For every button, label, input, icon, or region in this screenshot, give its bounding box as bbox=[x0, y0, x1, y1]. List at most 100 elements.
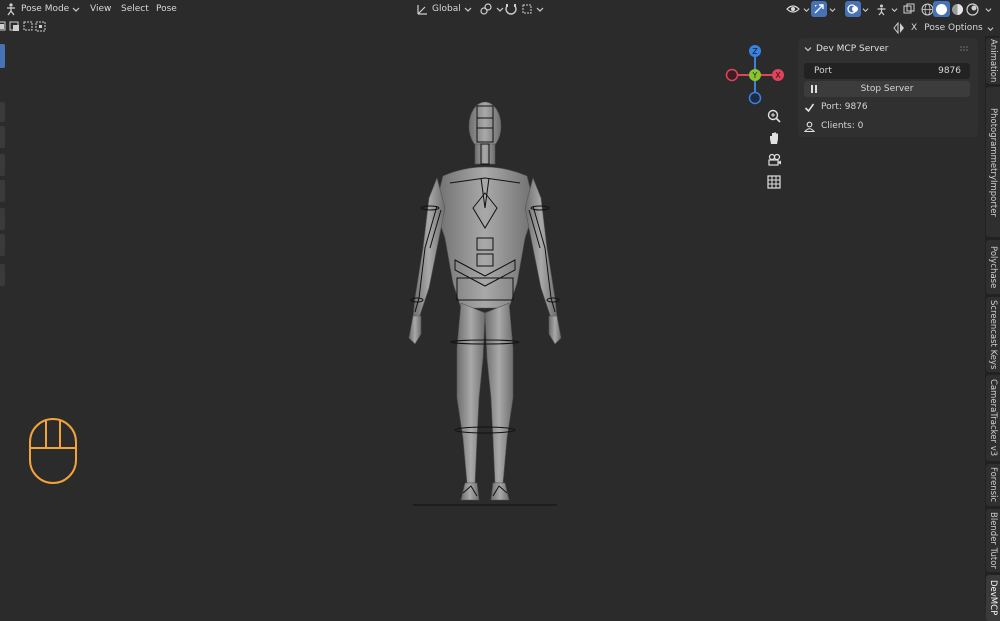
hand-pan-icon bbox=[770, 132, 778, 144]
pan-button[interactable] bbox=[763, 127, 785, 149]
tab-label: PhotogrammetryImporter bbox=[988, 107, 998, 217]
stop-server-button[interactable]: Stop Server bbox=[804, 81, 970, 97]
perspective-toggle-button[interactable] bbox=[763, 171, 785, 193]
zoom-icon bbox=[767, 109, 781, 123]
bone-overlay-icon bbox=[877, 4, 886, 15]
gizmo-toggle-icon bbox=[814, 4, 824, 14]
pivot-dropdown[interactable] bbox=[479, 0, 504, 18]
x-mirror-toggle[interactable]: X bbox=[893, 20, 917, 36]
chevron-down-icon bbox=[536, 7, 544, 12]
port-field-value: 9876 bbox=[938, 66, 961, 76]
shading-dropdown[interactable] bbox=[985, 0, 992, 18]
selection-mode-icons[interactable] bbox=[0, 20, 50, 34]
transform-orientation-icon bbox=[417, 4, 427, 15]
character-model[interactable] bbox=[385, 98, 585, 518]
transform-orientation-dropdown[interactable]: Global bbox=[416, 0, 472, 18]
chevron-down-icon bbox=[985, 7, 992, 12]
tab-cameratracker[interactable]: CameraTracker v3 bbox=[986, 375, 1000, 461]
user-icon bbox=[804, 121, 815, 132]
material-shading-icon bbox=[952, 3, 963, 15]
tab-devmcp[interactable]: DevMCP bbox=[986, 575, 1000, 621]
tab-forensic[interactable]: Forensic bbox=[986, 464, 1000, 506]
menu-select[interactable]: Select bbox=[121, 0, 149, 18]
bone-overlay-dropdown[interactable] bbox=[875, 0, 898, 18]
port-field-label: Port bbox=[814, 66, 832, 76]
solid-shading-icon bbox=[936, 3, 947, 15]
visibility-dropdown[interactable] bbox=[786, 0, 810, 18]
tab-photogrammetry-importer[interactable]: PhotogrammetryImporter bbox=[986, 87, 1000, 237]
tab-screencast-keys[interactable]: Screencast Keys bbox=[986, 297, 1000, 372]
chevron-down-icon bbox=[891, 7, 898, 12]
rendered-shading-icon bbox=[966, 2, 979, 16]
chevron-down-icon bbox=[72, 7, 80, 12]
mode-selector[interactable]: Pose Mode bbox=[4, 0, 80, 18]
pose-mode-icon bbox=[7, 3, 15, 16]
tab-animation[interactable]: Animation bbox=[986, 38, 1000, 84]
overlay-dropdown[interactable] bbox=[862, 0, 869, 18]
zoom-button[interactable] bbox=[763, 105, 785, 127]
panel-header[interactable]: Dev MCP Server bbox=[804, 42, 889, 56]
gizmo-y-label: Y bbox=[752, 71, 758, 80]
pose-options-dropdown[interactable]: Pose Options bbox=[923, 20, 995, 36]
snap-icon bbox=[505, 4, 517, 15]
status-clients-row: Clients: 0 bbox=[804, 118, 863, 134]
chevron-down-icon bbox=[987, 26, 994, 31]
gizmo-x-label: X bbox=[775, 71, 781, 80]
tab-label: Screencast Keys bbox=[988, 299, 998, 370]
rendered-shading-button[interactable] bbox=[966, 0, 979, 18]
snap-dropdown[interactable] bbox=[504, 0, 544, 18]
gizmo-dropdown[interactable] bbox=[829, 0, 836, 18]
overlay-icon bbox=[847, 4, 858, 14]
chevron-down-icon bbox=[464, 7, 472, 12]
x-mirror-label: X bbox=[911, 23, 918, 33]
camera-icon bbox=[767, 153, 781, 166]
menu-view-label: View bbox=[90, 4, 112, 14]
tab-label: Forensic bbox=[988, 467, 998, 503]
status-port-text: Port: 9876 bbox=[821, 102, 868, 112]
tab-label: Animation bbox=[988, 39, 998, 83]
xray-icon bbox=[903, 3, 915, 14]
pose-options-label: Pose Options bbox=[924, 23, 983, 33]
menu-pose[interactable]: Pose bbox=[156, 0, 177, 18]
viewport-header: Pose Mode View Select Pose Global bbox=[0, 0, 1000, 18]
visibility-icon bbox=[786, 5, 800, 13]
grid-icon bbox=[767, 175, 781, 189]
tab-polychase[interactable]: Polychase bbox=[986, 240, 1000, 294]
chevron-down-icon bbox=[804, 47, 812, 52]
checkmark-icon bbox=[804, 103, 815, 112]
tab-blender-tutor[interactable]: Blender Tutor bbox=[986, 509, 1000, 572]
menu-pose-label: Pose bbox=[156, 4, 177, 14]
status-clients-text: Clients: 0 bbox=[821, 121, 864, 131]
panel-title: Dev MCP Server bbox=[816, 44, 889, 54]
drag-handle-icon[interactable] bbox=[960, 46, 970, 52]
tab-label: DevMCP bbox=[988, 580, 998, 616]
pivot-icon bbox=[480, 3, 492, 15]
mode-label: Pose Mode bbox=[21, 4, 70, 14]
menu-view[interactable]: View bbox=[90, 0, 111, 18]
menu-select-label: Select bbox=[121, 4, 149, 14]
status-port-row: Port: 9876 bbox=[804, 99, 868, 115]
chevron-down-icon bbox=[829, 7, 836, 12]
material-shading-button[interactable] bbox=[951, 0, 964, 18]
tool-settings-row bbox=[0, 19, 60, 35]
gizmo-toggle-button[interactable] bbox=[811, 1, 827, 17]
tab-label: Polychase bbox=[988, 245, 998, 289]
mouse-icon bbox=[29, 418, 77, 484]
dev-mcp-panel: Dev MCP Server Port 9876 Stop Server Por… bbox=[798, 38, 978, 137]
stop-server-label: Stop Server bbox=[860, 84, 914, 94]
tab-label: CameraTracker v3 bbox=[988, 379, 998, 457]
sidebar-tabs: Animation PhotogrammetryImporter Polycha… bbox=[985, 36, 1000, 621]
axis-navigation-gizmo[interactable]: Z Y X bbox=[720, 40, 790, 110]
transform-orientation-label: Global bbox=[432, 4, 461, 14]
port-field[interactable]: Port 9876 bbox=[804, 63, 970, 79]
xray-toggle[interactable] bbox=[903, 0, 915, 18]
chevron-down-icon bbox=[862, 7, 869, 12]
tab-label: Blender Tutor bbox=[988, 512, 998, 569]
overlay-toggle-button[interactable] bbox=[845, 1, 861, 17]
chevron-down-icon bbox=[496, 7, 504, 12]
gizmo-z-label: Z bbox=[752, 47, 758, 56]
chevron-down-icon bbox=[803, 7, 810, 12]
mirror-icon bbox=[893, 22, 904, 34]
camera-view-button[interactable] bbox=[763, 149, 785, 171]
solid-shading-button[interactable] bbox=[933, 1, 950, 17]
